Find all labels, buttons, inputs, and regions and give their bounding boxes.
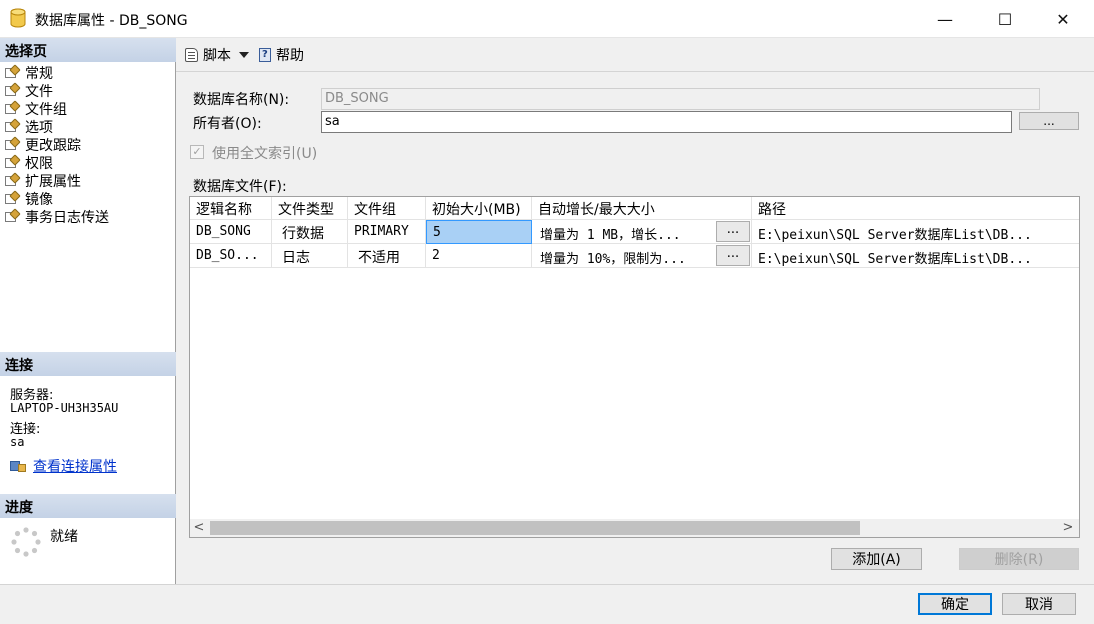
- close-button[interactable]: ✕: [1040, 0, 1086, 38]
- scrollbar-thumb[interactable]: [210, 521, 860, 535]
- sidebar-item-log-shipping[interactable]: 事务日志传送: [4, 208, 109, 226]
- pages-header: 选择页: [0, 38, 176, 62]
- page-settings-icon: [4, 190, 21, 206]
- cell-initial-size[interactable]: 2: [426, 244, 532, 268]
- cell-logical-name[interactable]: DB_SO...: [190, 244, 272, 268]
- grid-header: 逻辑名称 文件类型 文件组 初始大小(MB) 自动增长/最大大小 路径: [190, 197, 1079, 220]
- sidebar: 选择页 常规 文件 文件组 选项 更改跟踪 权限 扩展属性 镜像 事务日志传送 …: [0, 38, 176, 584]
- page-settings-icon: [4, 208, 21, 224]
- remove-button: 删除(R): [959, 548, 1079, 570]
- cell-logical-name[interactable]: DB_SONG: [190, 220, 272, 244]
- scroll-left-icon[interactable]: <: [190, 519, 208, 537]
- col-path[interactable]: 路径: [752, 197, 1079, 220]
- sidebar-item-label: 权限: [25, 156, 53, 172]
- horizontal-scrollbar[interactable]: < >: [190, 519, 1079, 537]
- page-settings-icon: [4, 154, 21, 170]
- connection-value: sa: [10, 435, 25, 449]
- owner-field[interactable]: sa: [321, 111, 1012, 133]
- sidebar-item-label: 更改跟踪: [25, 138, 81, 154]
- minimize-button[interactable]: —: [922, 0, 968, 38]
- page-settings-icon: [4, 118, 21, 134]
- maximize-button[interactable]: ☐: [982, 0, 1028, 38]
- page-settings-icon: [4, 100, 21, 116]
- view-connection-properties[interactable]: 查看连接属性: [10, 456, 117, 476]
- cell-filegroup[interactable]: 不适用: [348, 244, 426, 268]
- fulltext-checkbox: ✓: [190, 145, 204, 159]
- page-settings-icon: [4, 172, 21, 188]
- sidebar-item-label: 选项: [25, 120, 53, 136]
- progress-status: 就绪: [50, 529, 78, 545]
- sidebar-item-label: 常规: [25, 66, 53, 82]
- add-button[interactable]: 添加(A): [831, 548, 922, 570]
- sidebar-item-options[interactable]: 选项: [4, 118, 109, 136]
- sidebar-item-label: 扩展属性: [25, 174, 81, 190]
- files-label: 数据库文件(F):: [193, 179, 287, 195]
- server-label: 服务器:: [10, 388, 54, 403]
- col-filegroup[interactable]: 文件组: [348, 197, 426, 220]
- ok-button[interactable]: 确定: [918, 593, 992, 615]
- script-button[interactable]: 脚本: [184, 45, 249, 65]
- sidebar-item-filegroups[interactable]: 文件组: [4, 100, 109, 118]
- help-icon: ?: [257, 47, 273, 63]
- sidebar-item-permissions[interactable]: 权限: [4, 154, 109, 172]
- page-list: 常规 文件 文件组 选项 更改跟踪 权限 扩展属性 镜像 事务日志传送: [4, 64, 109, 226]
- cell-initial-size[interactable]: 5: [426, 220, 532, 244]
- page-settings-icon: [4, 64, 21, 80]
- connection-header: 连接: [0, 352, 176, 376]
- sidebar-item-general[interactable]: 常规: [4, 64, 109, 82]
- scroll-right-icon[interactable]: >: [1059, 519, 1077, 537]
- db-name-field: DB_SONG: [321, 88, 1040, 110]
- sidebar-item-mirroring[interactable]: 镜像: [4, 190, 109, 208]
- progress-header: 进度: [0, 494, 176, 518]
- col-autogrowth[interactable]: 自动增长/最大大小: [532, 197, 752, 220]
- server-value: LAPTOP-UH3H35AU: [10, 401, 119, 415]
- owner-label: 所有者(O):: [193, 116, 262, 132]
- title-bar: 数据库属性 - DB_SONG — ☐ ✕: [0, 0, 1094, 38]
- connection-properties-icon: [10, 459, 27, 473]
- main-content: 数据库名称(N): DB_SONG 所有者(O): sa ... ✓ 使用全文索…: [176, 72, 1094, 584]
- progress-spinner-icon: [11, 527, 41, 557]
- db-name-label: 数据库名称(N):: [193, 92, 290, 108]
- toolbar: 脚本 ? 帮助: [176, 38, 1094, 72]
- sidebar-item-label: 文件: [25, 84, 53, 100]
- connection-info: 服务器: LAPTOP-UH3H35AU 连接: sa: [10, 384, 118, 452]
- cell-path[interactable]: E:\peixun\SQL Server数据库List\DB...: [752, 220, 1079, 244]
- help-label: 帮助: [276, 47, 304, 64]
- sidebar-item-label: 镜像: [25, 192, 53, 208]
- cell-file-type[interactable]: 日志: [272, 244, 348, 268]
- script-icon: [184, 47, 200, 63]
- connection-label: 连接:: [10, 422, 41, 437]
- sidebar-item-label: 事务日志传送: [25, 210, 109, 226]
- col-logical-name[interactable]: 逻辑名称: [190, 197, 272, 220]
- help-button[interactable]: ? 帮助: [257, 45, 304, 65]
- cell-file-type[interactable]: 行数据: [272, 220, 348, 244]
- database-icon: [10, 8, 26, 28]
- cell-filegroup[interactable]: PRIMARY: [348, 220, 426, 244]
- window-title: 数据库属性 - DB_SONG: [35, 13, 188, 29]
- autogrowth-edit-button[interactable]: ...: [716, 245, 750, 266]
- col-file-type[interactable]: 文件类型: [272, 197, 348, 220]
- view-connection-link[interactable]: 查看连接属性: [33, 456, 117, 476]
- autogrowth-edit-button[interactable]: ...: [716, 221, 750, 242]
- page-settings-icon: [4, 82, 21, 98]
- script-label: 脚本: [203, 47, 231, 64]
- cell-path[interactable]: E:\peixun\SQL Server数据库List\DB...: [752, 244, 1079, 268]
- owner-browse-button[interactable]: ...: [1019, 112, 1079, 130]
- sidebar-item-label: 文件组: [25, 102, 67, 118]
- sidebar-item-extended-properties[interactable]: 扩展属性: [4, 172, 109, 190]
- files-grid: 逻辑名称 文件类型 文件组 初始大小(MB) 自动增长/最大大小 路径 DB_S…: [189, 196, 1080, 538]
- page-settings-icon: [4, 136, 21, 152]
- cancel-button[interactable]: 取消: [1002, 593, 1076, 615]
- col-initial-size[interactable]: 初始大小(MB): [426, 197, 532, 220]
- chevron-down-icon[interactable]: [239, 51, 249, 58]
- sidebar-item-files[interactable]: 文件: [4, 82, 109, 100]
- dialog-footer: 确定 取消: [0, 584, 1094, 624]
- fulltext-label: 使用全文索引(U): [212, 146, 318, 162]
- sidebar-item-change-tracking[interactable]: 更改跟踪: [4, 136, 109, 154]
